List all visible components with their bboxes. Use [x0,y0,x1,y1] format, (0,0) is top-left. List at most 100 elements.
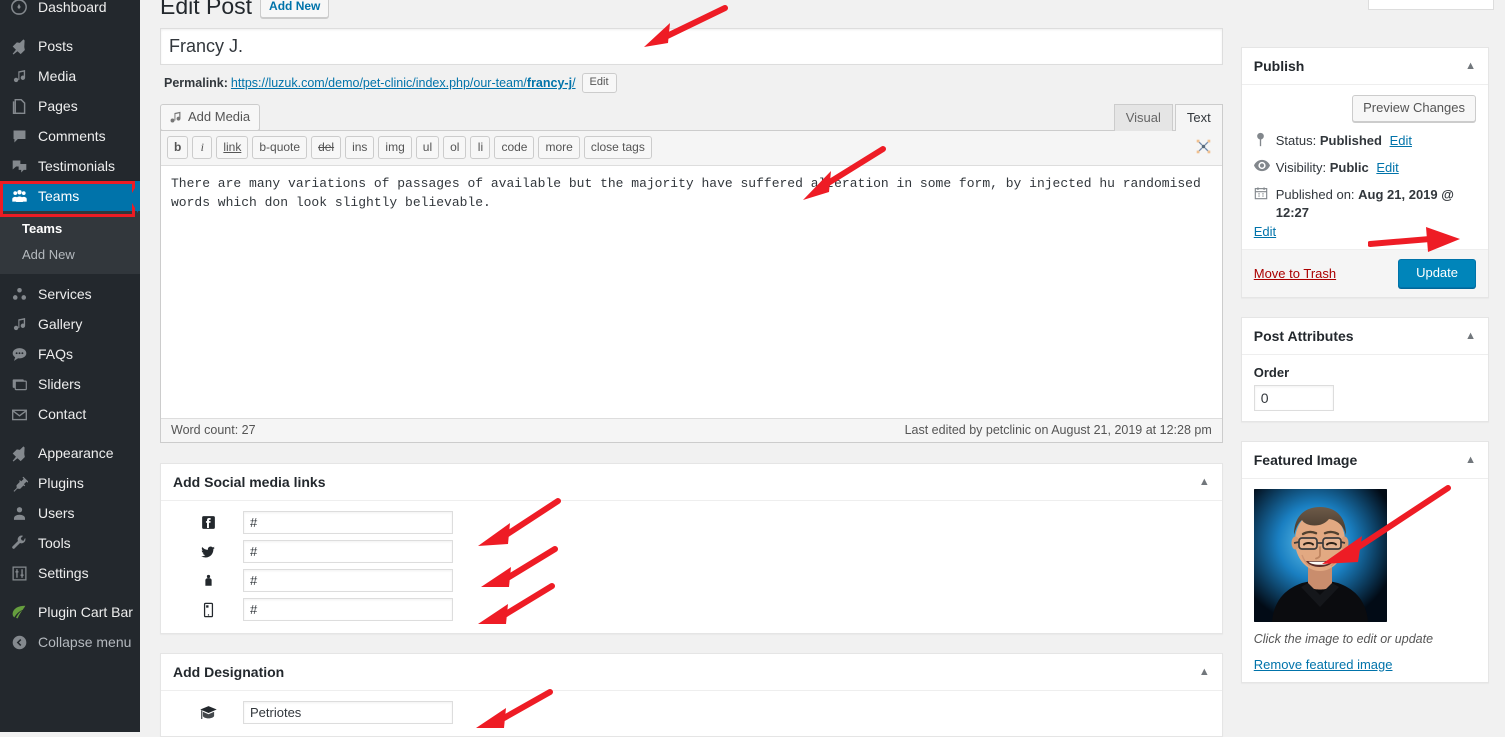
editor-footer: Word count: 27 Last edited by petclinic … [161,418,1222,442]
sidebar-item-dashboard[interactable]: Dashboard [0,0,140,22]
preview-changes-button[interactable]: Preview Changes [1352,95,1476,122]
qt-li-button[interactable]: li [470,136,491,159]
publish-box-header[interactable]: Publish ▲ [1241,48,1488,85]
add-new-button[interactable]: Add New [260,0,330,18]
order-input[interactable] [1253,385,1334,411]
sidebar-item-plugins[interactable]: Plugins [0,468,140,498]
sidebar-item-label: Pages [38,98,78,114]
qt-bquote-button[interactable]: b-quote [252,136,308,159]
editor-textarea[interactable]: There are many variations of passages of… [161,165,1222,418]
last-edited: Last edited by petclinic on August 21, 2… [904,423,1212,437]
sidebar-item-plugin-cart-bar[interactable]: Plugin Cart Bar [0,597,140,627]
post-attributes-header[interactable]: Post Attributes ▲ [1241,318,1488,355]
word-count: Word count: 27 [171,423,256,437]
editor-mode-tabs: Visual Text [1112,104,1223,131]
dashboard-icon [9,0,29,17]
sidebar-item-teams[interactable]: Teams [0,181,140,217]
sidebar-item-posts[interactable]: Posts [0,31,140,61]
qt-ol-button[interactable]: ol [443,136,467,159]
add-media-label: Add Media [188,109,251,124]
mobile-url-input[interactable] [243,598,453,621]
qt-img-button[interactable]: img [378,136,412,159]
facebook-url-input[interactable] [243,511,453,534]
media-icon [168,110,183,125]
move-to-trash-link[interactable]: Move to Trash [1254,266,1336,281]
sidebar-item-gallery[interactable]: Gallery [0,309,140,339]
featured-image-thumbnail[interactable] [1253,489,1387,622]
published-on-text: Published on: Aug 21, 2019 @ 12:27 [1276,186,1476,222]
social-metabox-header[interactable]: Add Social media links ▲ [161,464,1222,501]
featured-image-title: Featured Image [1253,452,1358,468]
permalink-slug: francy-j [526,76,573,90]
qt-link-button[interactable]: link [216,136,249,159]
status-edit-link[interactable]: Edit [1390,133,1412,148]
designation-metabox-title: Add Designation [173,664,285,680]
sidebar-item-users[interactable]: Users [0,498,140,528]
qt-del-button[interactable]: del [311,136,342,159]
columns: Permalink: https://luzuk.com/demo/pet-cl… [140,17,1505,737]
qt-close-tags-button[interactable]: close tags [583,136,652,159]
sidebar-item-label: Sliders [38,376,81,392]
quicktags-toolbar: b i link b-quote del ins img ul ol li co… [161,131,1222,165]
sidebar-item-faqs[interactable]: FAQs [0,339,140,369]
media-icon [9,66,29,86]
sidebar-item-appearance[interactable]: Appearance [0,438,140,468]
tab-visual[interactable]: Visual [1113,104,1173,131]
submenu-item-teams[interactable]: Teams [0,216,140,242]
settings-icon [9,563,29,583]
chevron-up-icon[interactable]: ▲ [1465,455,1476,466]
sidebar-item-tools[interactable]: Tools [0,528,140,558]
sidebar-item-media[interactable]: Media [0,61,140,91]
qt-ul-button[interactable]: ul [415,136,440,159]
sidebar-item-services[interactable]: Services [0,279,140,309]
sidebar-item-sliders[interactable]: Sliders [0,369,140,399]
update-button[interactable]: Update [1398,259,1476,288]
designation-metabox-header[interactable]: Add Designation ▲ [161,654,1222,691]
designation-input[interactable] [243,701,453,724]
qt-ins-button[interactable]: ins [345,136,375,159]
primary-column: Permalink: https://luzuk.com/demo/pet-cl… [160,17,1223,737]
sidebar-item-collapse-menu[interactable]: Collapse menu [0,627,140,657]
sidebar-item-contact[interactable]: Contact [0,399,140,429]
sliders-icon [9,374,29,394]
chevron-up-icon[interactable]: ▲ [1465,61,1476,72]
linkedin-url-input[interactable] [243,569,453,592]
qt-more-button[interactable]: more [538,136,580,159]
add-media-button[interactable]: Add Media [160,104,261,131]
mail-icon [9,404,29,424]
published-edit-link[interactable]: Edit [1254,224,1276,239]
chevron-up-icon[interactable]: ▲ [1465,331,1476,342]
post-title-input[interactable] [160,28,1223,65]
tab-text[interactable]: Text [1174,104,1223,131]
sidebar-item-testimonials[interactable]: Testimonials [0,151,140,181]
status-value: Published [1319,133,1382,148]
visibility-label: Visibility: [1275,160,1327,175]
publish-box-title: Publish [1253,58,1305,74]
services-icon [9,284,29,304]
main-content: Edit Post Add New Permalink: https://luz… [140,0,1505,737]
permalink-link[interactable]: https://luzuk.com/demo/pet-clinic/index.… [231,76,576,90]
chevron-up-icon[interactable]: ▲ [1199,477,1210,488]
published-on-line: Published on: Aug 21, 2019 @ 12:27 [1254,186,1476,222]
testimonials-icon [9,156,29,176]
distraction-free-writing-icon[interactable] [1195,138,1212,158]
graduation-cap-icon [173,705,243,721]
permalink-label: Permalink: [164,76,228,90]
chevron-up-icon[interactable]: ▲ [1199,667,1210,678]
sidebar-item-label: Contact [38,406,87,422]
sidebar-item-pages[interactable]: Pages [0,91,140,121]
sidebar-item-comments[interactable]: Comments [0,121,140,151]
featured-image-header[interactable]: Featured Image ▲ [1241,442,1488,479]
qt-italic-button[interactable]: i [192,136,213,159]
twitter-url-input[interactable] [243,540,453,563]
social-field-linkedin [173,569,1210,592]
qt-code-button[interactable]: code [494,136,535,159]
remove-featured-image-link[interactable]: Remove featured image [1254,657,1393,672]
submenu-item-add-new[interactable]: Add New [0,242,140,268]
qt-bold-button[interactable]: b [167,136,189,159]
sidebar-item-label: Collapse menu [38,634,132,650]
visibility-edit-link[interactable]: Edit [1376,160,1398,175]
edit-permalink-button[interactable]: Edit [581,73,617,93]
teams-submenu: Teams Add New [0,211,140,274]
sidebar-item-settings[interactable]: Settings [0,558,140,588]
